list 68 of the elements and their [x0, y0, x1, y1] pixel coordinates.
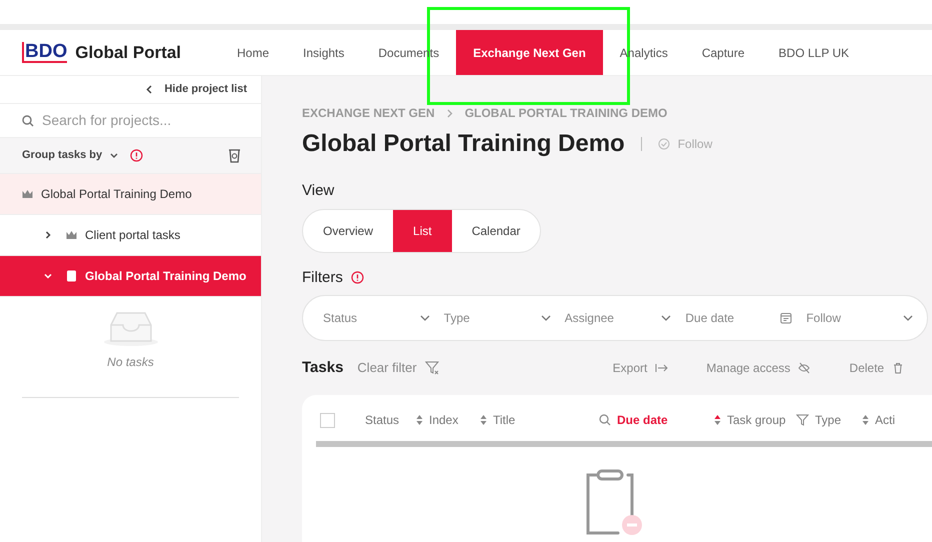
- sort-icon[interactable]: [714, 414, 721, 426]
- tree-item[interactable]: Global Portal Training Demo: [0, 174, 261, 215]
- nav-tab[interactable]: Insights: [286, 30, 362, 75]
- empty-inbox-icon: [102, 311, 158, 347]
- nav-tab[interactable]: Capture: [684, 30, 762, 75]
- column-header[interactable]: Type: [815, 411, 842, 429]
- sort-icon[interactable]: [480, 414, 487, 426]
- document-icon: [66, 270, 77, 282]
- view-tab[interactable]: Calendar: [452, 210, 540, 252]
- nav-tab[interactable]: Exchange Next Gen: [456, 30, 603, 75]
- view-tab[interactable]: List: [393, 210, 452, 252]
- section-heading: View: [302, 181, 336, 201]
- filter-dropdown[interactable]: Status: [323, 309, 444, 327]
- chevron-down-icon: [661, 315, 672, 321]
- search-icon: [22, 114, 34, 126]
- horizontal-scrollbar[interactable]: [316, 441, 932, 447]
- tree-item[interactable]: Global Portal Training Demo: [0, 256, 261, 297]
- column-header[interactable]: Index: [429, 411, 458, 429]
- arrow-right-bar-icon: [655, 362, 668, 374]
- empty-message: No tasks: [107, 354, 154, 371]
- page-title: Global Portal Training Demo: [302, 129, 625, 159]
- filter-clear-icon: [424, 361, 439, 375]
- toolbar-button[interactable]: Delete: [849, 359, 906, 377]
- breadcrumb-link[interactable]: EXCHANGE NEXT GEN: [302, 104, 435, 122]
- chevron-right-icon: [446, 108, 453, 118]
- toolbar-button[interactable]: Export: [612, 359, 668, 377]
- sort-icon[interactable]: [862, 414, 869, 426]
- group-tasks-dropdown[interactable]: Group tasks by: [22, 147, 118, 164]
- filter-icon[interactable]: [796, 414, 809, 426]
- search-icon[interactable]: [599, 414, 611, 426]
- logo-text: Global Portal: [75, 42, 182, 64]
- section-heading: Filters: [302, 268, 343, 288]
- toolbar-button[interactable]: Manage access: [706, 359, 812, 377]
- column-header[interactable]: Acti: [875, 411, 896, 429]
- column-header[interactable]: Task group: [727, 411, 786, 429]
- filter-dropdown[interactable]: Type: [444, 309, 565, 327]
- filter-dropdown[interactable]: Due date: [685, 309, 806, 327]
- section-heading: Tasks: [302, 358, 344, 378]
- crown-icon: [22, 188, 33, 200]
- calendar-icon: [780, 312, 792, 324]
- chevron-down-icon[interactable]: [44, 272, 52, 280]
- column-header[interactable]: Due date: [617, 411, 668, 429]
- info-icon[interactable]: [130, 149, 144, 162]
- recycle-bin-icon[interactable]: [228, 148, 241, 163]
- view-tab[interactable]: Overview: [303, 210, 394, 252]
- breadcrumb-link[interactable]: GLOBAL PORTAL TRAINING DEMO: [464, 104, 668, 122]
- check-badge-icon: [658, 138, 670, 150]
- chevron-right-icon[interactable]: [44, 231, 52, 239]
- sort-icon[interactable]: [416, 414, 423, 426]
- column-header[interactable]: Status: [365, 411, 400, 429]
- chevron-down-icon: [540, 315, 551, 321]
- chevron-down-icon: [420, 315, 430, 321]
- nav-tab[interactable]: BDO LLP UK: [762, 30, 866, 75]
- chevron-down-icon: [902, 315, 913, 321]
- filter-dropdown[interactable]: Follow: [806, 309, 927, 327]
- chevron-down-icon: [110, 152, 118, 158]
- column-header[interactable]: Title: [493, 411, 516, 429]
- checkbox[interactable]: [320, 412, 335, 428]
- info-icon[interactable]: [350, 271, 364, 284]
- filter-dropdown[interactable]: Assignee: [564, 309, 686, 327]
- crown-icon: [66, 229, 77, 241]
- logo-mark: BDO: [22, 42, 68, 63]
- eye-slash-icon: [798, 362, 812, 374]
- clear-filter-button[interactable]: Clear filter: [357, 358, 439, 378]
- hide-project-list-button[interactable]: Hide project list: [146, 81, 247, 98]
- chevron-left-icon: [146, 85, 152, 94]
- nav-tab[interactable]: Home: [220, 30, 286, 75]
- search-field[interactable]: Search for projects...: [42, 110, 242, 131]
